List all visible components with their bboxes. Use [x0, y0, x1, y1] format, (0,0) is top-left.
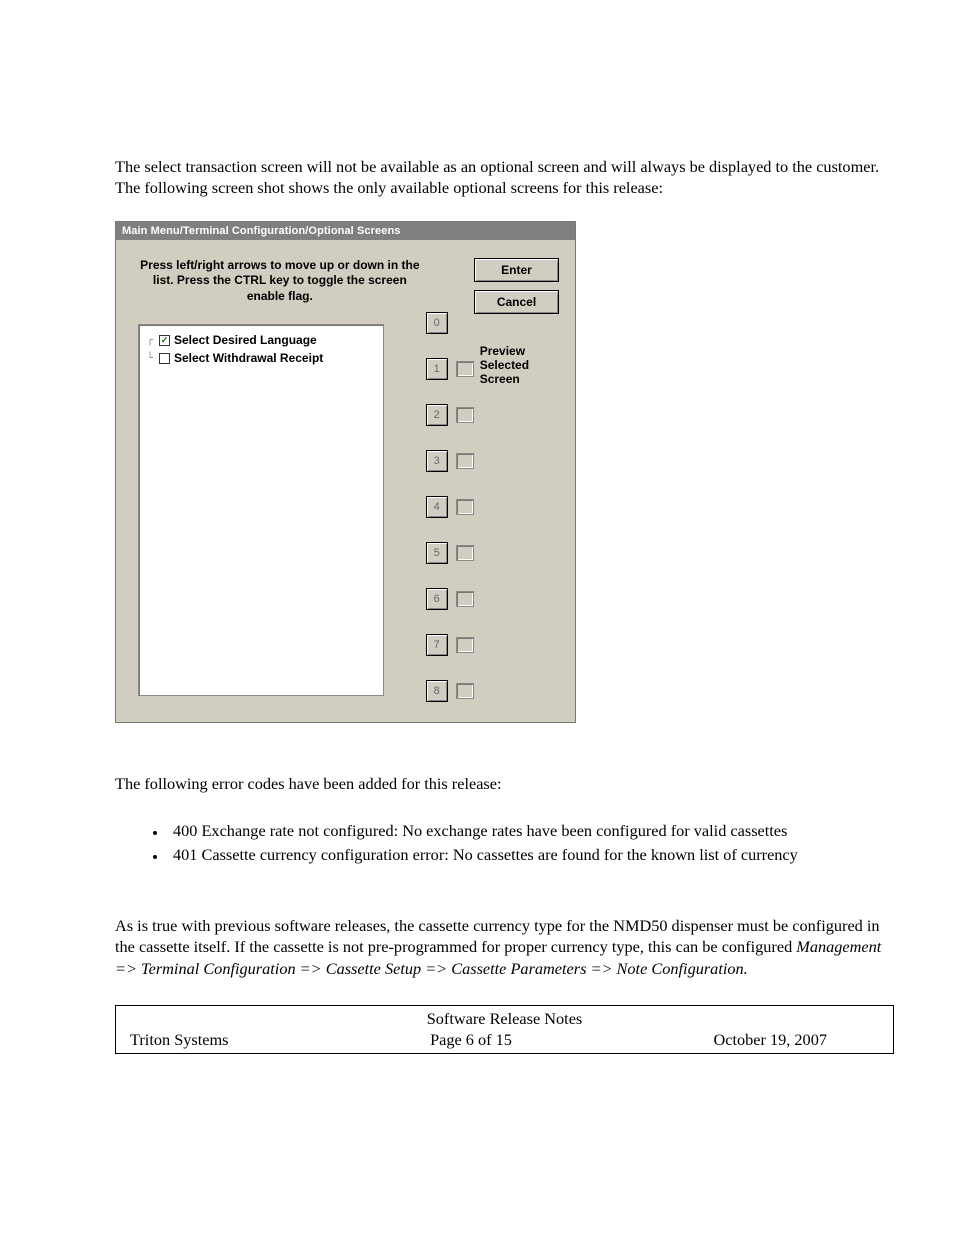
error-item-401: 401 Cassette currency configuration erro… [167, 844, 894, 865]
slot-number-button[interactable]: 1 [426, 358, 448, 380]
error-item-400: 400 Exchange rate not configured: No exc… [167, 820, 894, 841]
slot-number-button[interactable]: 3 [426, 450, 448, 472]
cancel-button[interactable]: Cancel [474, 290, 559, 314]
preview-slot-3[interactable]: 3 [426, 450, 474, 472]
preview-slot-6[interactable]: 6 [426, 588, 474, 610]
paragraph-cassette: As is true with previous software releas… [115, 915, 894, 979]
slot-number-button[interactable]: 4 [426, 496, 448, 518]
slot-number-button[interactable]: 8 [426, 680, 448, 702]
footer-page: Page 6 of 15 [430, 1030, 512, 1050]
page-footer: Software Release Notes Triton Systems Pa… [115, 1005, 894, 1054]
footer-title: Software Release Notes [116, 1006, 893, 1030]
checkbox-checked-icon[interactable]: ✓ [159, 335, 170, 346]
slot-preview-box [456, 407, 474, 423]
checkbox-unchecked-icon[interactable] [159, 353, 170, 364]
preview-slot-5[interactable]: 5 [426, 542, 474, 564]
tree-item-label: Select Withdrawal Receipt [174, 351, 323, 365]
tree-connector-icon: └ [147, 353, 155, 364]
preview-slot-8[interactable]: 8 [426, 680, 474, 702]
dialog-instructions: Press left/right arrows to move up or do… [138, 258, 422, 305]
paragraph-cassette-text: As is true with previous software releas… [115, 916, 880, 956]
preview-slot-4[interactable]: 4 [426, 496, 474, 518]
dialog-title-bar: Main Menu/Terminal Configuration/Optiona… [116, 222, 575, 240]
preview-slot-7[interactable]: 7 [426, 634, 474, 656]
paragraph-errors-intro: The following error codes have been adde… [115, 773, 894, 794]
slot-preview-box [456, 683, 474, 699]
preview-slot-1[interactable]: 1 [426, 358, 474, 380]
slot-preview-box [456, 453, 474, 469]
slot-preview-box [456, 591, 474, 607]
preview-slot-2[interactable]: 2 [426, 404, 474, 426]
tree-item-receipt[interactable]: └ Select Withdrawal Receipt [147, 349, 375, 367]
tree-item-label: Select Desired Language [174, 333, 317, 347]
dialog-screenshot: Main Menu/Terminal Configuration/Optiona… [115, 221, 576, 723]
tree-item-language[interactable]: ┌ ✓ Select Desired Language [147, 331, 375, 349]
error-list: 400 Exchange rate not configured: No exc… [115, 820, 894, 865]
slot-number-button[interactable]: 0 [426, 312, 448, 334]
paragraph-intro: The select transaction screen will not b… [115, 156, 894, 198]
tree-panel[interactable]: ┌ ✓ Select Desired Language └ Select Wit… [138, 324, 384, 696]
slot-number-button[interactable]: 2 [426, 404, 448, 426]
tree-connector-icon: ┌ [147, 335, 155, 346]
preview-slot-0[interactable]: 0 [426, 312, 474, 334]
enter-button[interactable]: Enter [474, 258, 559, 282]
footer-date: October 19, 2007 [713, 1030, 827, 1050]
footer-company: Triton Systems [130, 1030, 228, 1050]
slot-preview-box [456, 499, 474, 515]
slot-number-button[interactable]: 5 [426, 542, 448, 564]
slot-number-button[interactable]: 7 [426, 634, 448, 656]
slot-preview-box [456, 637, 474, 653]
preview-label: Preview Selected Screen [480, 344, 559, 387]
slot-number-button[interactable]: 6 [426, 588, 448, 610]
slot-preview-box [456, 361, 474, 377]
slot-preview-box [456, 545, 474, 561]
